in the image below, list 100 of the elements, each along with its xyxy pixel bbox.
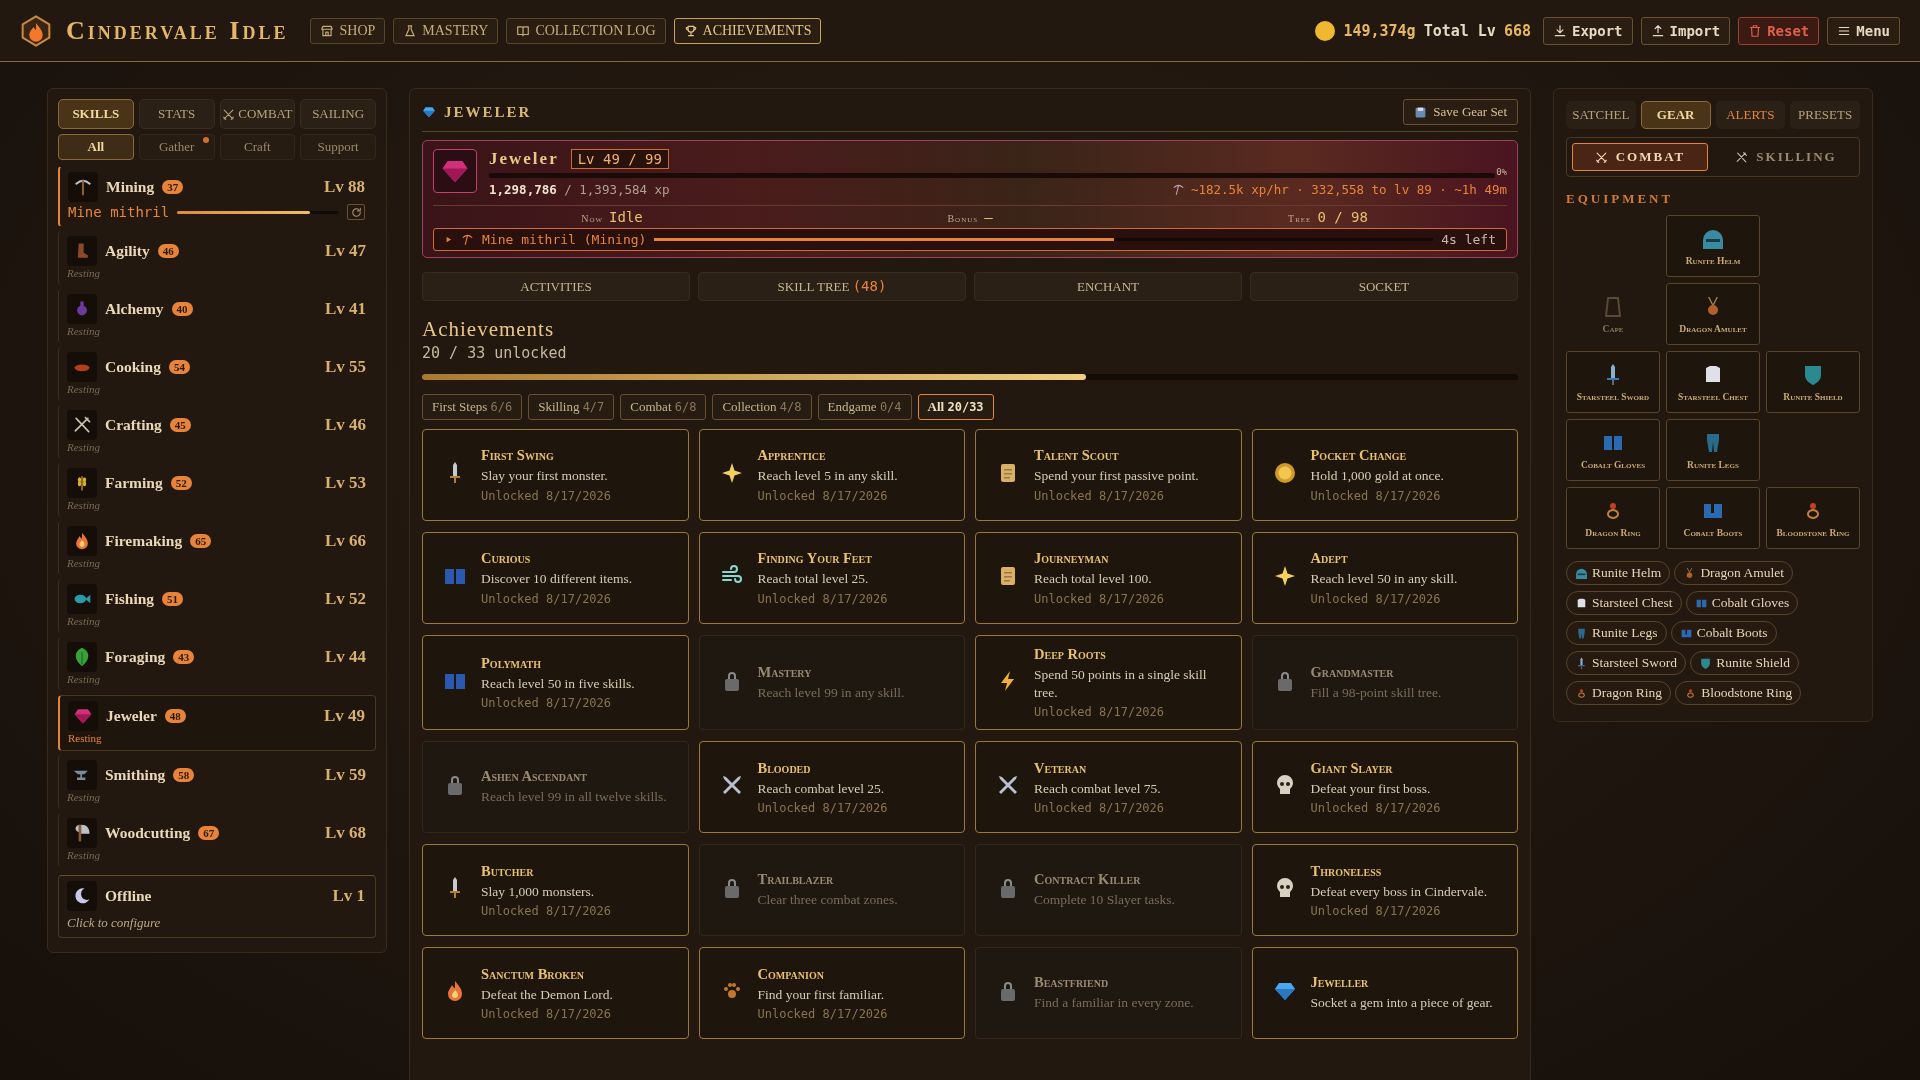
achievement-filter-tab[interactable]: First Steps 6/6 xyxy=(422,394,523,420)
unlock-date: Unlocked 8/17/2026 xyxy=(481,1007,613,1022)
unlock-date: Unlocked 8/17/2026 xyxy=(481,696,613,711)
skill-row[interactable]: Farming 52 Lv 53 Resting xyxy=(58,463,376,517)
toolbar-button[interactable]: Menu xyxy=(1827,16,1900,45)
nav-tab[interactable]: ACHIEVEMENTS xyxy=(673,17,822,44)
sidebar-tab[interactable]: SAILING xyxy=(300,99,376,129)
achievement-title: First Swing xyxy=(481,447,555,465)
sidebar-tab[interactable]: SKILLS xyxy=(58,99,134,129)
equipment-slot[interactable]: Runite Helm xyxy=(1666,215,1760,277)
sidebar-tab[interactable]: STATS xyxy=(138,99,215,129)
crossed-swords-line-icon xyxy=(222,107,236,121)
achievement-description: Reach combat level 75. xyxy=(1034,779,1162,798)
equipped-item-chip[interactable]: Cobalt Boots xyxy=(1670,621,1777,645)
skill-name: Crafting xyxy=(105,416,162,434)
skill-tab[interactable]: ENCHANT xyxy=(974,272,1242,301)
skill-tab[interactable]: SKILL TREE (48) xyxy=(698,272,966,301)
gear-mode-tab[interactable]: SKILLING xyxy=(1718,143,1854,171)
equipped-item-chip[interactable]: Runite Shield xyxy=(1690,651,1799,675)
sidebar-tab[interactable]: COMBAT xyxy=(219,99,296,129)
equipment-slot[interactable]: Starsteel Sword xyxy=(1566,351,1660,413)
inventory-tab[interactable]: SATCHEL xyxy=(1566,101,1636,129)
equipped-item-chip[interactable]: Dragon Ring xyxy=(1566,681,1672,705)
inventory-tab[interactable]: ALERTS xyxy=(1715,101,1786,129)
total-level-value: 668 xyxy=(1503,21,1531,40)
skill-row[interactable]: Crafting 45 Lv 46 Resting xyxy=(58,405,376,459)
equipment-slot[interactable]: Dragon Amulet xyxy=(1666,283,1760,345)
unlock-date: Unlocked 8/17/2026 xyxy=(1034,591,1165,606)
save-gear-set-button[interactable]: Save Gear Set xyxy=(1403,99,1518,125)
current-action-bar[interactable]: Mine mithril (Mining) 4s left xyxy=(433,228,1507,251)
skill-row[interactable]: Woodcutting 67 Lv 68 Resting xyxy=(58,813,376,867)
refresh-button[interactable] xyxy=(347,204,365,220)
skill-row[interactable]: Cooking 54 Lv 55 Resting xyxy=(58,347,376,401)
achievement-filter-tab[interactable]: Skilling 4/7 xyxy=(528,394,615,420)
skill-row[interactable]: Firemaking 65 Lv 66 Resting xyxy=(58,521,376,575)
achievement-filter-tab[interactable]: Collection 4/8 xyxy=(712,394,812,420)
achievement-filter-tab[interactable]: Endgame 0/4 xyxy=(817,394,912,420)
achievement-description: Clear three combat zones. xyxy=(757,891,898,910)
achievement-title: Sanctum Broken xyxy=(481,965,586,983)
skill-name: Offline xyxy=(105,887,152,905)
achievement-description: Hold 1,000 gold at once. xyxy=(1310,467,1444,486)
skill-name: Foraging xyxy=(105,648,166,666)
equipment-slot[interactable]: Starsteel Chest xyxy=(1666,351,1760,413)
skill-points-badge: 45 xyxy=(169,418,191,432)
unlock-date: Unlocked 8/17/2026 xyxy=(757,591,888,606)
achievement-description: Reach level 99 in any skill. xyxy=(757,683,905,702)
unlock-date: Unlocked 8/17/2026 xyxy=(757,488,889,503)
equipment-slot[interactable]: Runite Shield xyxy=(1766,351,1860,413)
equipped-item-chip[interactable]: Cobalt Gloves xyxy=(1685,591,1799,615)
upload-icon xyxy=(1650,23,1665,38)
equipment-slot[interactable]: Cape xyxy=(1566,283,1660,345)
skill-filter-tab[interactable]: Gather xyxy=(138,134,215,160)
equipped-item-chip[interactable]: Starsteel Sword xyxy=(1566,651,1687,675)
skill-points-badge: 43 xyxy=(173,650,195,664)
skill-row[interactable]: Smithing 58 Lv 59 Resting xyxy=(58,755,376,809)
achievement-description: Find your first familiar. xyxy=(757,985,886,1004)
equipment-slot[interactable]: Cobalt Gloves xyxy=(1566,419,1660,481)
toolbar-button[interactable]: Export xyxy=(1542,16,1633,45)
equipment-heading: EQUIPMENT xyxy=(1566,191,1675,207)
equipped-item-chip[interactable]: Runite Helm xyxy=(1566,561,1671,585)
coin-icon xyxy=(1272,461,1297,485)
inventory-tab[interactable]: GEAR xyxy=(1640,101,1711,129)
achievement-title: Companion xyxy=(757,965,825,983)
skill-row[interactable]: Offline Lv 1 Click to configure xyxy=(58,875,376,938)
toolbar-button[interactable]: Import xyxy=(1640,16,1731,45)
achievement-filter-tab[interactable]: Combat 6/8 xyxy=(620,394,707,420)
skill-row[interactable]: Mining 37 Lv 88 Mine mithril xyxy=(58,166,376,227)
equipment-slot[interactable]: Runite Legs xyxy=(1666,419,1760,481)
skill-row[interactable]: Alchemy 40 Lv 41 Resting xyxy=(58,289,376,343)
skill-row[interactable]: Foraging 43 Lv 44 Resting xyxy=(58,637,376,691)
skill-filter-tab[interactable]: Craft xyxy=(219,134,296,160)
coin-balance: 149,374g xyxy=(1343,21,1416,40)
skill-row[interactable]: Agility 46 Lv 47 Resting xyxy=(58,231,376,285)
skill-level: Lv 1 xyxy=(332,886,365,906)
action-name: Mine mithril (Mining) xyxy=(482,232,647,247)
skill-status: Resting xyxy=(67,383,101,395)
equipped-item-chip[interactable]: Starsteel Chest xyxy=(1566,591,1682,615)
equipment-slot[interactable]: Bloodstone Ring xyxy=(1766,487,1860,549)
nav-tab[interactable]: SHOP xyxy=(310,17,386,44)
equipment-slot[interactable]: Cobalt Boots xyxy=(1666,487,1760,549)
skill-row[interactable]: Jeweler 48 Lv 49 Resting xyxy=(58,695,376,751)
skill-filter-tab[interactable]: All xyxy=(58,134,134,160)
inventory-tab[interactable]: PRESETS xyxy=(1790,101,1860,129)
achievement-title: Talent Scout xyxy=(1034,447,1120,465)
gear-mode-tab[interactable]: COMBAT xyxy=(1572,143,1708,171)
skill-row[interactable]: Fishing 51 Lv 52 Resting xyxy=(58,579,376,633)
skill-filter-tab[interactable]: Support xyxy=(300,134,376,160)
achievement-description: Find a familiar in every zone. xyxy=(1034,994,1194,1013)
skill-tab[interactable]: SOCKET xyxy=(1250,272,1518,301)
action-time-left: 4s left xyxy=(1441,232,1496,247)
equipped-item-chip[interactable]: Dragon Amulet xyxy=(1674,561,1793,585)
skill-tab[interactable]: ACTIVITIES xyxy=(422,272,690,301)
equipment-slot[interactable]: Dragon Ring xyxy=(1566,487,1660,549)
reset-button[interactable]: Reset xyxy=(1738,16,1820,45)
nav-tab[interactable]: MASTERY xyxy=(393,17,499,44)
equipped-item-chip[interactable]: Bloodstone Ring xyxy=(1675,681,1802,705)
achievement-title: Blooded xyxy=(757,759,812,777)
achievement-filter-tab[interactable]: All 20/33 xyxy=(917,394,994,420)
nav-tab[interactable]: COLLECTION LOG xyxy=(506,17,666,44)
equipped-item-chip[interactable]: Runite Legs xyxy=(1566,621,1667,645)
